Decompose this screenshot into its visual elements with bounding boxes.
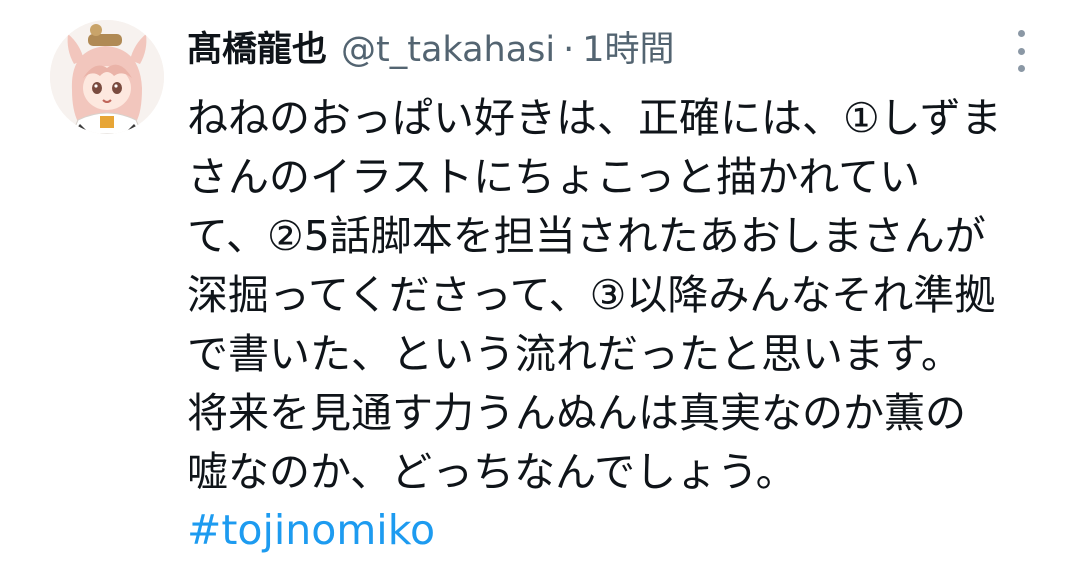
tweet-text-line: 嘘なのか、どっちなんでしょう。 xyxy=(187,448,797,496)
more-dot xyxy=(1017,65,1025,72)
hashtag-link[interactable]: #tojinomiko xyxy=(187,501,435,560)
timestamp[interactable]: 1時間 xyxy=(582,22,674,78)
tweet-text-line: で書いた、という流れだったと思います。 xyxy=(187,330,962,378)
tweet-text-line: ねねのおっぱい好きは、正確には、①しずま xyxy=(187,94,1002,142)
more-options-icon[interactable] xyxy=(1004,30,1038,72)
avatar[interactable] xyxy=(50,20,164,134)
separator-dot: · xyxy=(563,30,575,70)
tweet-text: ねねのおっぱい好きは、正確には、①しずま さんのイラストにちょこっと描かれてい … xyxy=(187,89,1057,502)
tweet-text-line: さんのイラストにちょこっと描かれてい xyxy=(187,153,921,201)
anime-character-avatar-icon xyxy=(50,20,164,134)
tweet-header: 髙橋龍也 @t_takahasi · 1時間 xyxy=(187,22,675,78)
display-name[interactable]: 髙橋龍也 xyxy=(187,22,327,78)
user-handle[interactable]: @t_takahasi xyxy=(341,22,555,78)
tweet-text-line: 深掘ってくださって、③以降みんなそれ準拠 xyxy=(187,271,996,319)
tweet-text-line: 将来を見通す力うんぬんは真実なのか薫の xyxy=(187,389,966,437)
more-dot xyxy=(1017,30,1025,37)
tweet-text-line: て、②5話脚本を担当されたあおしまさんが xyxy=(187,212,986,260)
tweet: 髙橋龍也 @t_takahasi · 1時間 ねねのおっぱい好きは、正確には、①… xyxy=(0,0,1080,569)
more-dot xyxy=(1017,47,1025,55)
